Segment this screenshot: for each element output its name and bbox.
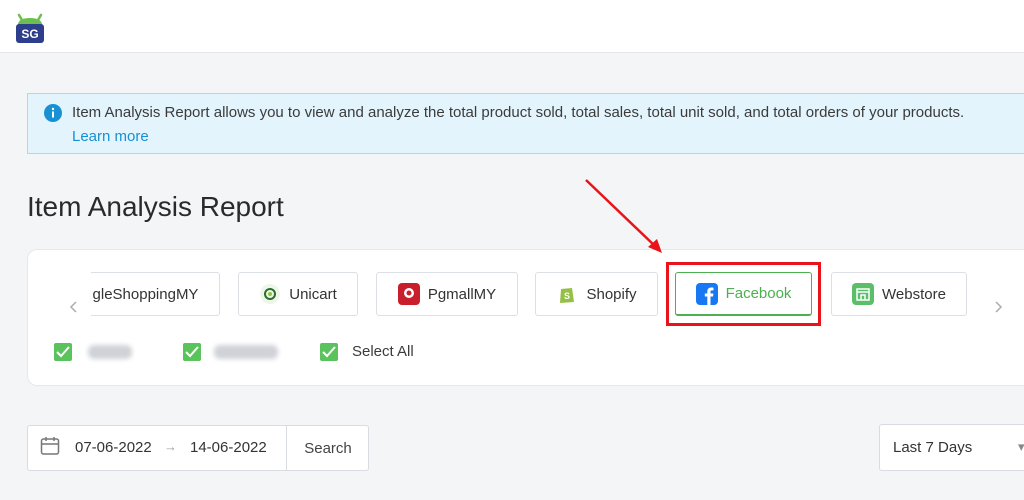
svg-text:S: S	[564, 291, 570, 301]
date-range-picker[interactable]: 07-06-2022 → 14-06-2022 Search	[27, 425, 369, 471]
scroll-right-button[interactable]	[990, 300, 1006, 316]
channel-label: Unicart	[289, 285, 337, 303]
search-button[interactable]: Search	[286, 426, 369, 470]
info-banner-text: Item Analysis Report allows you to view …	[72, 104, 965, 121]
store-checkbox-2[interactable]	[183, 343, 201, 361]
calendar-icon[interactable]	[40, 436, 60, 461]
channel-tabs: gleShoppingMY Unicart PgmallMY S Shopify…	[91, 270, 991, 320]
chevron-down-icon: ▾	[1018, 439, 1024, 454]
date-range-select[interactable]: Last 7 Days ▾	[879, 424, 1024, 471]
scroll-left-button[interactable]	[66, 300, 82, 316]
shopify-icon: S	[556, 283, 578, 305]
check-icon	[322, 346, 336, 358]
store-name-redacted	[88, 345, 132, 359]
channel-tab-googleshopping[interactable]: gleShoppingMY	[91, 272, 220, 316]
channel-label: PgmallMY	[427, 285, 497, 303]
unicart-icon	[259, 283, 281, 305]
learn-more-link[interactable]: Learn more	[72, 128, 149, 145]
info-icon	[44, 104, 62, 122]
info-banner: Item Analysis Report allows you to view …	[27, 93, 1024, 154]
date-arrow-separator: →	[164, 439, 177, 454]
select-all-checkbox[interactable]	[320, 343, 338, 361]
annotation-highlight-box	[666, 262, 821, 326]
top-bar: SG	[0, 0, 1024, 53]
page-title: Item Analysis Report	[27, 191, 284, 222]
store-name-redacted	[214, 345, 278, 359]
channel-label: Webstore	[882, 285, 946, 303]
channel-tab-unicart[interactable]: Unicart	[238, 272, 358, 316]
store-checkbox-row: Select All	[54, 343, 474, 363]
select-all-label[interactable]: Select All	[352, 343, 414, 360]
store-checkbox-1[interactable]	[54, 343, 72, 361]
end-date-input[interactable]: 14-06-2022	[190, 439, 267, 456]
chevron-left-icon	[69, 301, 77, 313]
check-icon	[185, 346, 199, 358]
pgmall-icon	[397, 283, 420, 305]
channel-label: gleShoppingMY	[92, 285, 199, 303]
start-date-input[interactable]: 07-06-2022	[75, 439, 152, 456]
check-icon	[56, 346, 70, 358]
annotation-arrow-icon	[585, 179, 662, 253]
channel-tab-shopify[interactable]: S Shopify	[535, 272, 658, 316]
app-logo[interactable]: SG	[13, 9, 47, 45]
logo-text: SG	[21, 27, 38, 41]
channel-filter-card: gleShoppingMY Unicart PgmallMY S Shopify…	[27, 249, 1024, 386]
date-range-select-value: Last 7 Days	[893, 439, 973, 456]
channel-tab-webstore[interactable]: Webstore	[831, 272, 967, 316]
channel-tab-pgmall[interactable]: PgmallMY	[376, 272, 518, 316]
webstore-icon	[852, 283, 875, 305]
channel-label: Shopify	[586, 285, 637, 303]
chevron-right-icon	[995, 301, 1003, 313]
